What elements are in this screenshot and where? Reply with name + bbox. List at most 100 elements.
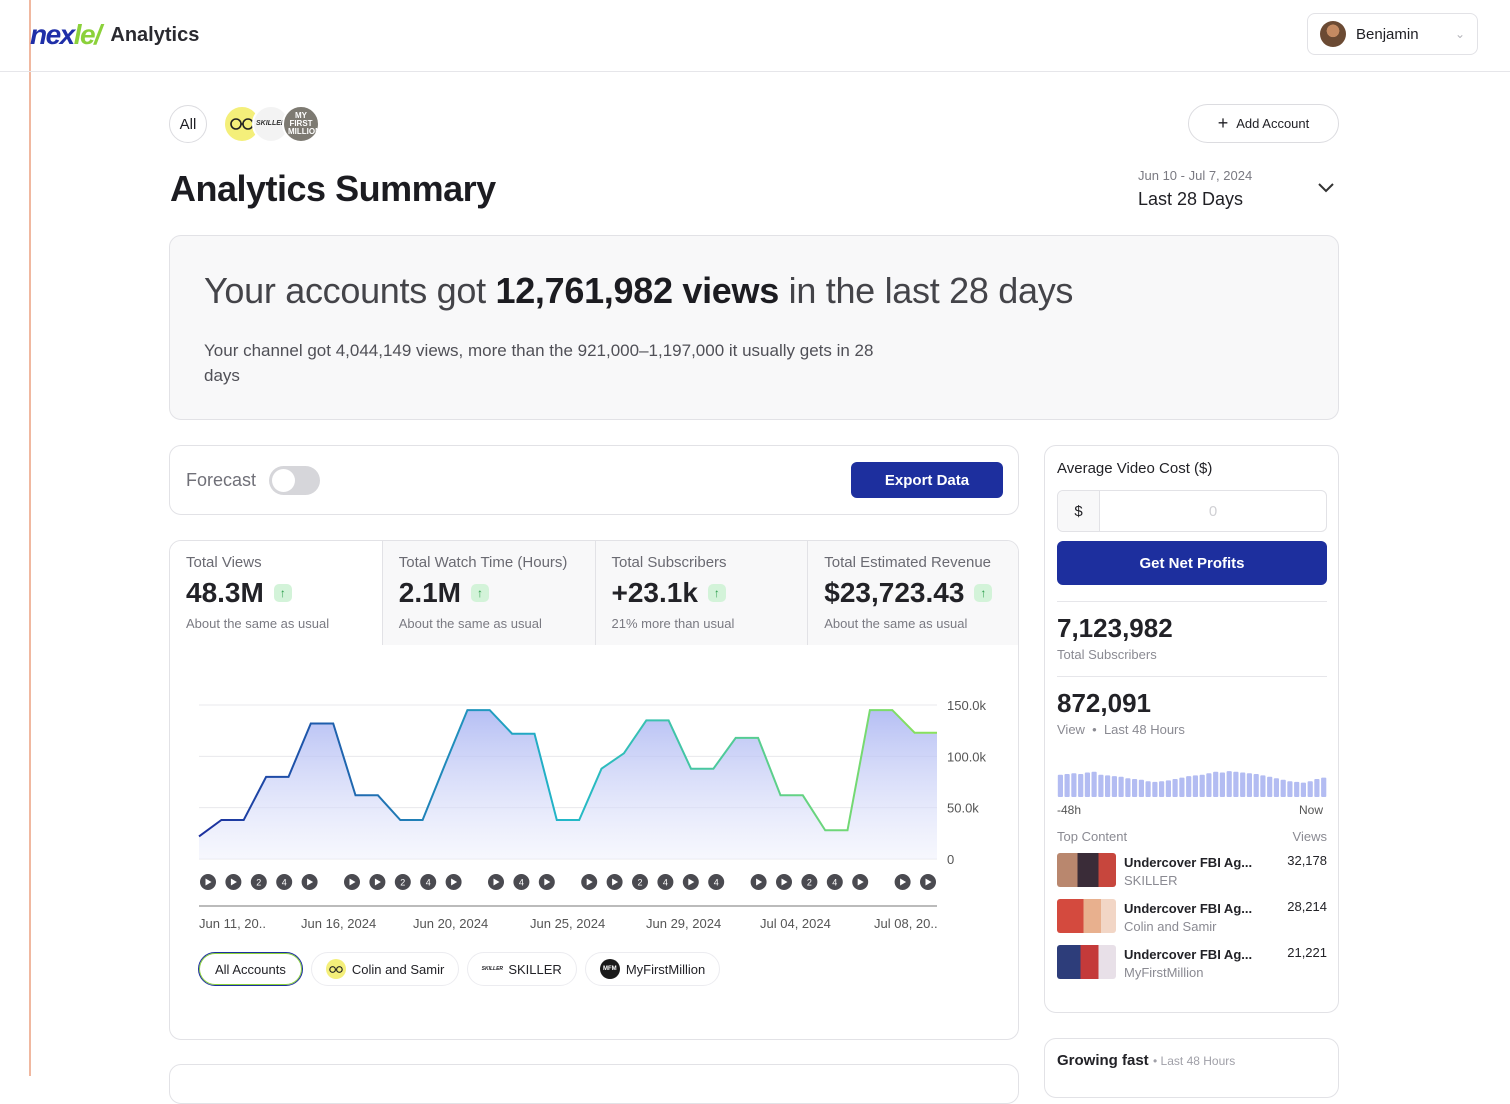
y-tick-label: 150.0k — [947, 698, 987, 713]
spark-bar — [1118, 776, 1124, 797]
mfm-logo-icon: MFM — [599, 959, 620, 979]
spark-bar — [1057, 774, 1063, 797]
growing-fast-sub: • Last 48 Hours — [1153, 1054, 1236, 1068]
video-thumbnail — [1057, 945, 1116, 979]
spark-bar — [1111, 776, 1117, 797]
spark-bar — [1307, 781, 1313, 797]
plus-icon: + — [1217, 113, 1229, 133]
views-area-chart: 150.0k 100.0k 50.0k 0 2 4 2 4 4 2 4 4 2 4 Jun 11, 20..… — [198, 698, 987, 931]
legend-colin-and-samir[interactable]: Colin and Samir — [310, 952, 460, 986]
x-tick-label: Jun 16, 2024 — [301, 916, 376, 931]
user-avatar — [1320, 21, 1346, 47]
logo-wordmark: nexle/ — [30, 19, 102, 50]
top-content-item[interactable]: Undercover FBI Ag... MyFirstMillion 21,2… — [1057, 945, 1327, 985]
metric-total-watch-time[interactable]: Total Watch Time (Hours) 2.1M ↑ About the… — [382, 541, 596, 645]
metrics-tabs: Total Views 48.3M ↑ About the same as usu… — [170, 541, 1018, 645]
side-panel: Average Video Cost ($) $ Get Net Profits… — [1044, 445, 1339, 1013]
arrow-up-icon: ↑ — [707, 584, 726, 602]
views-48h-sparkline — [1057, 771, 1327, 797]
x-tick-label: Jun 29, 2024 — [646, 916, 721, 931]
marker-count-label: 4 — [714, 878, 719, 888]
analytics-chart-card: Total Views 48.3M ↑ About the same as usu… — [169, 540, 1019, 1040]
account-filter-all[interactable]: All — [169, 105, 207, 143]
marker-count-label: 4 — [426, 878, 431, 888]
spark-bar — [1267, 776, 1273, 797]
video-cost-field: $ — [1057, 490, 1327, 532]
spark-bar — [1071, 773, 1077, 797]
forecast-toggle[interactable] — [269, 466, 320, 495]
spark-bar — [1132, 779, 1138, 797]
spark-bar — [1145, 781, 1151, 797]
marker-count-label: 2 — [256, 878, 261, 888]
chevron-down-icon[interactable] — [1314, 176, 1338, 200]
top-bar: nexle/ Analytics Benjamin ⌄ — [0, 0, 1510, 72]
spark-bar — [1199, 774, 1205, 797]
spark-bar — [1206, 773, 1212, 797]
sunglasses-icon — [325, 959, 346, 979]
legend-all-accounts[interactable]: All Accounts — [198, 952, 303, 986]
guide-line — [29, 0, 31, 1076]
sunglasses-icon — [230, 118, 254, 130]
metric-total-views[interactable]: Total Views 48.3M ↑ About the same as usu… — [170, 541, 383, 645]
forecast-label: Forecast — [186, 470, 257, 490]
x-tick-label: Jul 04, 2024 — [760, 916, 831, 931]
metric-total-revenue[interactable]: Total Estimated Revenue $23,723.43 ↑ Abou… — [808, 541, 1018, 645]
area-fill — [199, 710, 937, 859]
marker-count-label: 4 — [519, 878, 524, 888]
date-range-label[interactable]: Last 28 Days — [1138, 189, 1243, 210]
views-48h-caption: View • Last 48 Hours — [1057, 722, 1185, 737]
video-cost-input[interactable] — [1100, 491, 1326, 531]
spark-bar — [1152, 781, 1158, 797]
spark-bar — [1273, 778, 1279, 797]
spark-bar — [1091, 771, 1097, 797]
spark-bar — [1098, 774, 1104, 797]
spark-bar — [1213, 771, 1219, 797]
summary-detail: Your channel got 4,044,149 views, more t… — [204, 341, 874, 385]
legend-skiller[interactable]: SKILLER SKILLER — [467, 952, 577, 986]
marker-count-label: 4 — [663, 878, 668, 888]
y-tick-label: 0 — [947, 852, 954, 867]
spark-bar — [1125, 778, 1131, 797]
user-menu-button[interactable]: Benjamin ⌄ — [1307, 13, 1478, 55]
app-name: Analytics — [110, 23, 200, 46]
marker-count-label: 4 — [832, 878, 837, 888]
top-content-item[interactable]: Undercover FBI Ag... SKILLER 32,178 — [1057, 853, 1327, 893]
top-content-header: Top Content Views — [1057, 829, 1327, 844]
spark-bar — [1226, 771, 1232, 797]
forecast-toolbar: Forecast Export Data — [169, 445, 1019, 515]
summary-headline: Your accounts got 12,761,982 views in th… — [204, 270, 1074, 311]
spark-bar — [1246, 773, 1252, 797]
account-avatar-myfirstmillion[interactable]: MY FIRST MILLION — [282, 105, 321, 143]
metric-total-subscribers[interactable]: Total Subscribers +23.1k ↑ 21% more than … — [595, 541, 809, 645]
export-data-button[interactable]: Export Data — [851, 462, 1003, 498]
marker-count-label: 2 — [807, 878, 812, 888]
spark-bar — [1084, 772, 1090, 797]
spark-bar — [1186, 776, 1192, 797]
user-name: Benjamin — [1356, 25, 1419, 43]
get-net-profits-button[interactable]: Get Net Profits — [1057, 541, 1327, 585]
spark-bar — [1078, 774, 1084, 797]
spark-bar — [1105, 775, 1111, 797]
divider — [1057, 601, 1327, 602]
add-account-button[interactable]: + Add Account — [1188, 104, 1339, 143]
legend-myfirstmillion[interactable]: MFM MyFirstMillion — [584, 952, 721, 986]
logo[interactable]: nexle/ Analytics — [30, 18, 199, 52]
spark-bar — [1179, 777, 1185, 797]
marker-count-label: 4 — [282, 878, 287, 888]
marker-count-label: 2 — [400, 878, 405, 888]
chart-legend: All Accounts Colin and Samir SKILLER SKI… — [198, 952, 721, 986]
toggle-knob — [272, 469, 295, 492]
spark-bar — [1280, 779, 1286, 797]
arrow-up-icon: ↑ — [273, 584, 292, 602]
arrow-up-icon: ↑ — [974, 584, 993, 602]
video-thumbnail — [1057, 899, 1116, 933]
views-summary-card: Your accounts got 12,761,982 views in th… — [169, 235, 1339, 420]
spark-bar — [1233, 771, 1239, 797]
spark-axis-end: Now — [1299, 803, 1324, 817]
spark-bar — [1159, 781, 1165, 797]
total-subscribers-label: Total Subscribers — [1057, 647, 1157, 662]
spark-bar — [1321, 777, 1327, 797]
spark-bar — [1314, 779, 1320, 797]
x-tick-label: Jun 20, 2024 — [413, 916, 488, 931]
top-content-item[interactable]: Undercover FBI Ag... Colin and Samir 28,… — [1057, 899, 1327, 939]
